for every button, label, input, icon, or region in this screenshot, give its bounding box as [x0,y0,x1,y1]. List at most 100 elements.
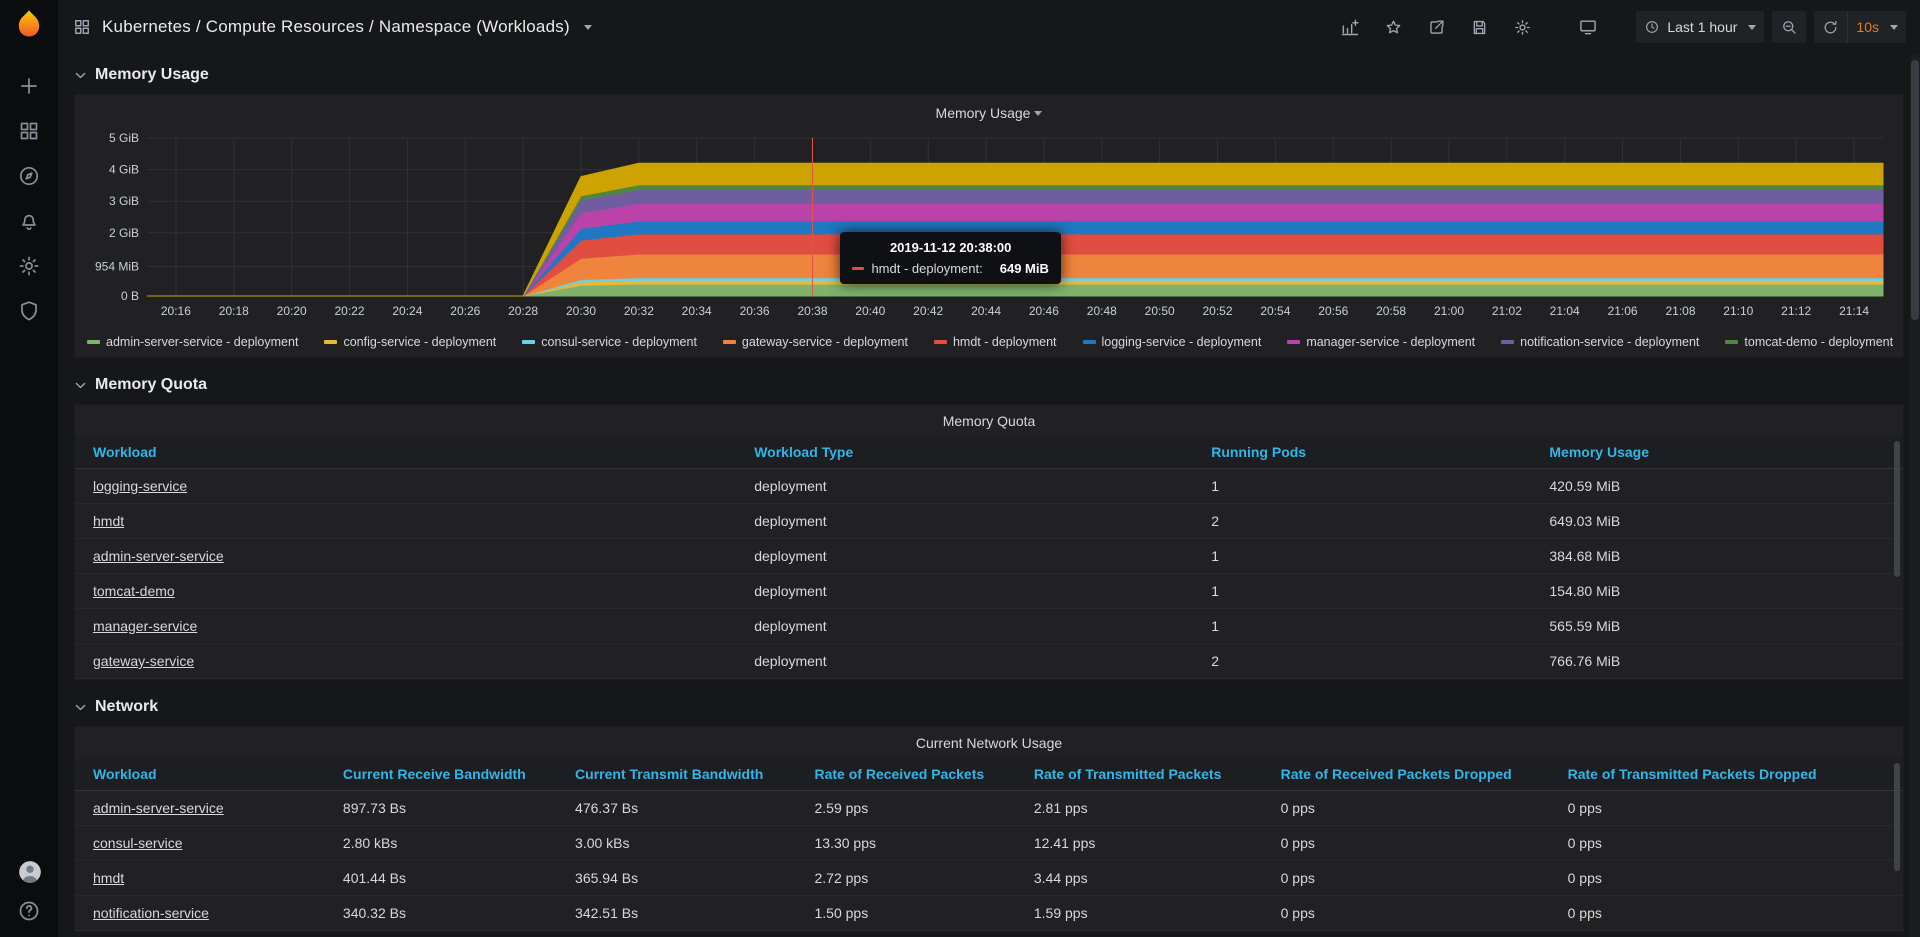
add-panel-button[interactable] [1332,11,1368,43]
table-scrollbar[interactable] [1893,441,1901,675]
workload-link[interactable]: admin-server-service [93,548,224,564]
grafana-logo-icon[interactable] [11,8,47,44]
legend-label: gateway-service - deployment [742,335,908,349]
apps-grid-icon [72,17,92,37]
column-header[interactable]: Current Transmit Bandwidth [563,758,802,791]
workload-link[interactable]: manager-service [93,618,197,634]
legend-label: consul-service - deployment [541,335,697,349]
panel-title: Memory Usage [936,105,1031,121]
create-icon[interactable] [17,74,41,98]
refresh-interval-dropdown[interactable]: 10s [1847,11,1906,43]
workload-link[interactable]: tomcat-demo [93,583,175,599]
column-header[interactable]: Workload [75,758,331,791]
admin-shield-icon[interactable] [17,299,41,323]
help-icon[interactable] [17,899,41,923]
y-axis-tick: 5 GiB [109,131,139,145]
workload-link[interactable]: hmdt [93,513,124,529]
column-header[interactable]: Workload Type [742,436,1199,469]
workload-link[interactable]: hmdt [93,870,124,886]
column-header[interactable]: Rate of Received Packets [803,758,1022,791]
memory-usage-chart[interactable]: 20:1620:1820:2020:2220:2420:2620:2820:30… [83,126,1893,332]
page-scrollbar[interactable] [1910,54,1920,937]
save-button[interactable] [1462,11,1497,43]
table-cell: 1.59 pps [1022,896,1269,931]
legend-item[interactable]: config-service - deployment [324,335,496,349]
user-avatar[interactable] [17,859,41,883]
table-cell: hmdt [75,504,742,539]
workload-link[interactable]: notification-service [93,905,209,921]
breadcrumb: Kubernetes / Compute Resources / Namespa… [102,17,570,37]
legend-item[interactable]: admin-server-service - deployment [87,335,298,349]
y-axis-tick: 0 B [121,289,139,303]
x-axis-tick: 20:30 [566,304,596,318]
x-axis-tick: 20:22 [334,304,364,318]
table-cell: admin-server-service [75,539,742,574]
refresh-button[interactable] [1814,11,1847,43]
table-cell: hmdt [75,861,331,896]
y-axis-tick: 4 GiB [109,163,139,177]
dashboards-icon[interactable] [17,119,41,143]
share-button[interactable] [1419,11,1454,43]
section-memory-quota[interactable]: Memory Quota [74,366,1904,404]
legend-swatch [324,340,337,344]
chart-legend: admin-server-service - deployment config-… [83,332,1895,351]
table-cell: 1 [1199,609,1537,644]
table-cell: 365.94 Bs [563,861,802,896]
table-cell: 0 pps [1269,826,1556,861]
explore-compass-icon[interactable] [17,164,41,188]
legend-item[interactable]: tomcat-demo - deployment [1725,335,1893,349]
column-header[interactable]: Rate of Transmitted Packets [1022,758,1269,791]
zoom-out-button[interactable] [1772,11,1806,43]
legend-label: config-service - deployment [343,335,496,349]
x-axis-tick: 21:12 [1781,304,1811,318]
dashboard-settings-button[interactable] [1505,11,1540,43]
panel-title-menu[interactable]: Memory Usage [83,100,1895,126]
section-network[interactable]: Network [74,688,1904,726]
workload-link[interactable]: gateway-service [93,653,194,669]
column-header[interactable]: Memory Usage [1537,436,1903,469]
sidebar-nav [17,74,41,323]
table-cell: deployment [742,609,1199,644]
legend-item[interactable]: notification-service - deployment [1501,335,1699,349]
table-row: logging-servicedeployment1420.59 MiB [75,469,1903,504]
legend-item[interactable]: consul-service - deployment [522,335,697,349]
workload-link[interactable]: consul-service [93,835,182,851]
column-header[interactable]: Current Receive Bandwidth [331,758,563,791]
alerting-bell-icon[interactable] [17,209,41,233]
column-header[interactable]: Running Pods [1199,436,1537,469]
cycle-view-button[interactable] [1570,11,1606,43]
table-row: manager-servicedeployment1565.59 MiB [75,609,1903,644]
workload-link[interactable]: logging-service [93,478,187,494]
y-axis-tick: 954 MiB [95,260,139,274]
x-axis-tick: 21:02 [1492,304,1522,318]
section-memory-usage[interactable]: Memory Usage [74,56,1904,94]
legend-item[interactable]: gateway-service - deployment [723,335,908,349]
refresh-picker: 10s [1814,11,1906,43]
x-axis-tick: 20:18 [219,304,249,318]
column-header[interactable]: Rate of Transmitted Packets Dropped [1556,758,1903,791]
legend-item[interactable]: logging-service - deployment [1083,335,1262,349]
gear-icon [1513,18,1532,37]
table-scrollbar[interactable] [1893,763,1901,927]
y-axis-tick: 2 GiB [109,226,139,240]
legend-label: hmdt - deployment [953,335,1057,349]
legend-label: admin-server-service - deployment [106,335,298,349]
table-cell: deployment [742,574,1199,609]
legend-item[interactable]: manager-service - deployment [1287,335,1475,349]
time-range-picker[interactable]: Last 1 hour [1636,11,1764,43]
x-axis-tick: 20:44 [971,304,1001,318]
x-axis-tick: 20:40 [855,304,885,318]
configuration-gear-icon[interactable] [17,254,41,278]
x-axis-tick: 20:48 [1087,304,1117,318]
table-cell: tomcat-demo [75,574,742,609]
table-cell: 0 pps [1556,861,1903,896]
dashboard-picker[interactable]: Kubernetes / Compute Resources / Namespa… [72,17,592,37]
legend-item[interactable]: hmdt - deployment [934,335,1057,349]
column-header[interactable]: Rate of Received Packets Dropped [1269,758,1556,791]
table-row: admin-server-service897.73 Bs476.37 Bs2.… [75,791,1903,826]
star-button[interactable] [1376,11,1411,43]
legend-swatch [1501,340,1514,344]
column-header[interactable]: Workload [75,436,742,469]
add-panel-icon [1340,17,1360,37]
workload-link[interactable]: admin-server-service [93,800,224,816]
